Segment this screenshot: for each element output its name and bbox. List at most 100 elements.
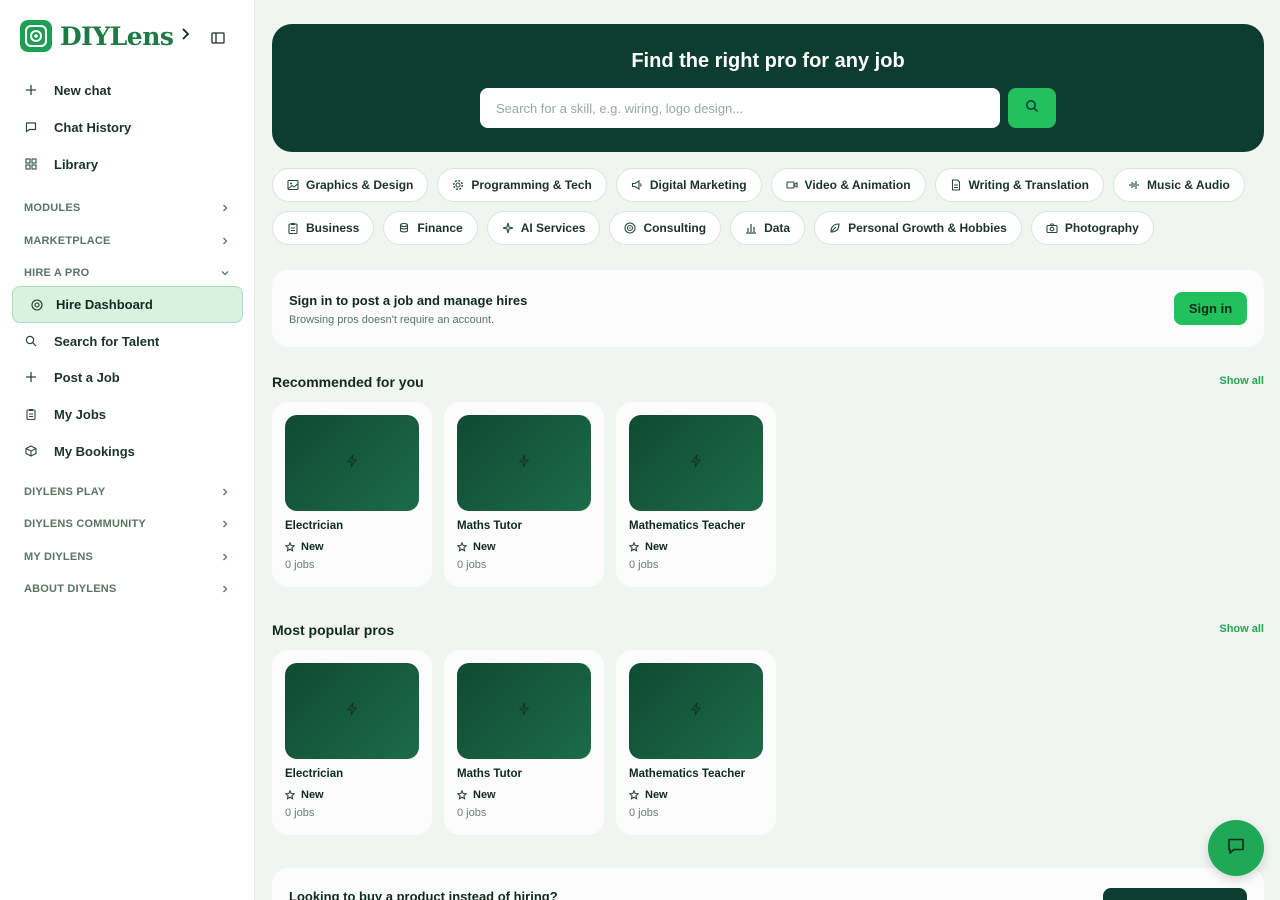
sidebar-item-post-a-job[interactable]: Post a Job: [24, 367, 120, 387]
sidebar-item-new-chat[interactable]: New chat: [24, 80, 111, 100]
status-badge: New: [628, 789, 668, 801]
bar-chart-icon: [745, 222, 757, 234]
chevron-right-icon: [220, 519, 230, 529]
clipboard-icon: [24, 407, 38, 421]
chip-business[interactable]: Business: [272, 211, 375, 245]
chip-label: AI Services: [520, 221, 586, 235]
section-label: MODULES: [24, 202, 81, 214]
video-icon: [785, 179, 798, 191]
audio-wave-icon: [1128, 179, 1140, 191]
chevron-right-icon: [220, 487, 230, 497]
pro-card[interactable]: Electrician New 0 jobs: [272, 650, 432, 835]
buy-product-card: Looking to buy a product instead of hiri…: [272, 868, 1264, 900]
logo-icon: [20, 20, 52, 52]
pro-name: Maths Tutor: [457, 520, 522, 532]
pro-card[interactable]: Mathematics Teacher New 0 jobs: [616, 650, 776, 835]
pro-name: Mathematics Teacher: [629, 520, 746, 532]
pro-thumbnail: [629, 415, 763, 511]
chip-graphics-design[interactable]: Graphics & Design: [272, 168, 429, 202]
chip-personal-growth-hobbies[interactable]: Personal Growth & Hobbies: [814, 211, 1022, 245]
pro-thumbnail: [457, 415, 591, 511]
chip-label: Graphics & Design: [306, 178, 414, 192]
search-button[interactable]: [1008, 88, 1056, 128]
chip-photography[interactable]: Photography: [1030, 211, 1154, 245]
sidebar-item-label: Search for Talent: [54, 333, 160, 349]
chevron-right-icon: [220, 236, 230, 246]
section-modules[interactable]: MODULES: [24, 200, 230, 216]
pro-jobs-count: 0 jobs: [629, 807, 659, 819]
pro-card[interactable]: Maths Tutor New 0 jobs: [444, 402, 604, 587]
chip-label: Personal Growth & Hobbies: [848, 221, 1007, 235]
chip-label: Writing & Translation: [968, 178, 1089, 192]
recommended-show-all-link[interactable]: Show all: [1219, 375, 1264, 387]
lightning-icon: [690, 454, 702, 473]
chip-music-audio[interactable]: Music & Audio: [1113, 168, 1245, 202]
chip-label: Video & Animation: [804, 178, 911, 192]
chat-fab-button[interactable]: [1208, 820, 1264, 876]
chip-consulting[interactable]: Consulting: [609, 211, 722, 245]
browse-marketplace-button[interactable]: [1103, 888, 1247, 900]
pro-thumbnail: [629, 663, 763, 759]
pro-name: Electrician: [285, 520, 344, 532]
sparkle-icon: [502, 222, 514, 234]
sidebar-item-my-jobs[interactable]: My Jobs: [24, 404, 106, 424]
star-icon: [284, 541, 296, 552]
target-icon: [624, 222, 636, 234]
chip-video-animation[interactable]: Video & Animation: [770, 168, 926, 202]
sidebar-item-label: Library: [54, 156, 99, 172]
target-icon: [30, 298, 44, 312]
chip-label: Digital Marketing: [649, 178, 747, 192]
badge-label: New: [301, 789, 324, 801]
status-badge: New: [456, 789, 496, 801]
signin-card: Sign in to post a job and manage hires B…: [272, 270, 1264, 347]
section-about-diylens[interactable]: ABOUT DIYLENS: [24, 581, 230, 597]
sidebar-item-chat-history[interactable]: Chat History: [24, 117, 131, 137]
brand-name: DIYLens: [60, 21, 174, 51]
section-label: ABOUT DIYLENS: [24, 583, 117, 595]
section-hire-a-pro[interactable]: HIRE A PRO: [24, 265, 230, 281]
badge-label: New: [473, 541, 496, 553]
chip-ai-services[interactable]: AI Services: [486, 211, 601, 245]
chip-finance[interactable]: Finance: [383, 211, 478, 245]
signin-title: Sign in to post a job and manage hires: [289, 293, 528, 308]
sidebar-toggle-icon[interactable]: [211, 31, 227, 47]
section-diylens-community[interactable]: DIYLENS COMMUNITY: [24, 516, 230, 532]
sidebar-item-library[interactable]: Library: [24, 154, 98, 174]
chip-label: Data: [764, 221, 791, 235]
leaf-icon: [829, 222, 841, 234]
pro-jobs-count: 0 jobs: [457, 559, 487, 571]
category-chips: Graphics & Design Programming & Tech Dig…: [272, 168, 1264, 245]
pro-jobs-count: 0 jobs: [285, 559, 315, 571]
badge-label: New: [645, 541, 668, 553]
pro-card[interactable]: Electrician New 0 jobs: [272, 402, 432, 587]
section-my-diylens[interactable]: MY DIYLENS: [24, 549, 230, 565]
pro-jobs-count: 0 jobs: [457, 807, 487, 819]
search-icon: [1025, 99, 1039, 118]
chip-data[interactable]: Data: [730, 211, 806, 245]
pro-card[interactable]: Maths Tutor New 0 jobs: [444, 650, 604, 835]
section-marketplace[interactable]: MARKETPLACE: [24, 233, 230, 249]
camera-icon: [1046, 222, 1058, 234]
popular-show-all-link[interactable]: Show all: [1219, 623, 1264, 635]
sign-in-button[interactable]: Sign in: [1174, 292, 1247, 325]
sidebar-item-my-bookings[interactable]: My Bookings: [24, 441, 135, 461]
pro-name: Electrician: [285, 768, 344, 780]
pro-jobs-count: 0 jobs: [285, 807, 315, 819]
chip-programming-tech[interactable]: Programming & Tech: [437, 168, 607, 202]
sidebar-item-search-for-talent[interactable]: Search for Talent: [24, 331, 159, 351]
sidebar-item-label: Hire Dashboard: [56, 297, 153, 312]
pro-jobs-count: 0 jobs: [629, 559, 659, 571]
search-input[interactable]: [480, 88, 1000, 128]
lightning-icon: [518, 702, 530, 721]
brand[interactable]: DIYLens: [20, 20, 191, 52]
chip-label: Photography: [1064, 221, 1139, 235]
sidebar-item-hire-dashboard[interactable]: Hire Dashboard: [12, 286, 243, 323]
chip-writing-translation[interactable]: Writing & Translation: [934, 168, 1104, 202]
section-diylens-play[interactable]: DIYLENS PLAY: [24, 484, 230, 500]
status-badge: New: [628, 541, 668, 553]
pro-thumbnail: [285, 663, 419, 759]
chip-digital-marketing[interactable]: Digital Marketing: [615, 168, 762, 202]
pro-card[interactable]: Mathematics Teacher New 0 jobs: [616, 402, 776, 587]
chat-bubble-icon: [1226, 836, 1246, 861]
lightning-icon: [518, 454, 530, 473]
